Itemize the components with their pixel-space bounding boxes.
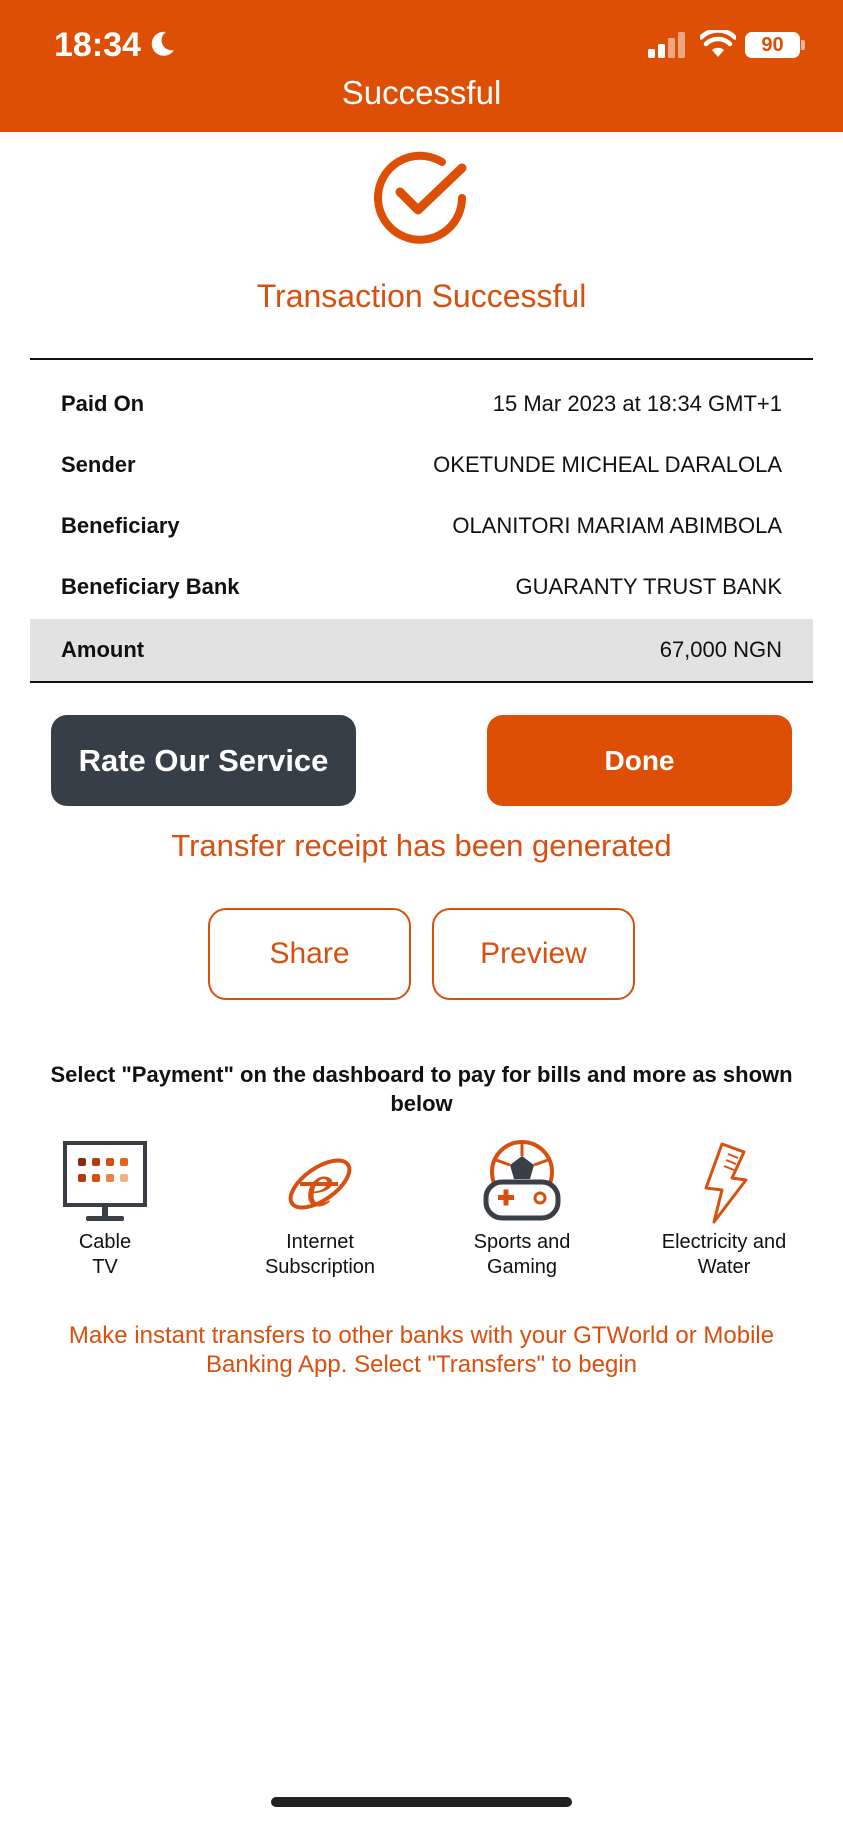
moon-icon	[151, 31, 174, 56]
service-cable-tv: Cable TV	[5, 1132, 205, 1280]
preview-button[interactable]: Preview	[432, 908, 635, 1000]
home-indicator[interactable]	[271, 1797, 572, 1807]
detail-label: Paid On	[61, 390, 145, 416]
promo-title: Select "Payment" on the dashboard to pay…	[50, 1062, 793, 1116]
detail-label: Beneficiary Bank	[61, 573, 240, 599]
detail-row-sender: Sender OKETUNDE MICHEAL DARALOLA	[30, 434, 813, 495]
app-header: 18:34 90 Successful	[0, 0, 843, 132]
detail-label: Amount	[61, 637, 145, 662]
wifi-icon	[700, 30, 736, 57]
service-label: Cable TV	[78, 1231, 132, 1278]
service-sports-gaming: Sports and Gaming	[422, 1132, 622, 1280]
detail-label: Beneficiary	[61, 512, 180, 538]
detail-row-paid-on: Paid On 15 Mar 2023 at 18:34 GMT+1	[30, 373, 813, 434]
transaction-status-title: Transaction Successful	[256, 278, 587, 314]
status-time: 18:34	[54, 26, 141, 64]
battery-level: 90	[761, 34, 784, 56]
done-button[interactable]: Done	[487, 715, 792, 806]
internet-icon: e	[288, 1152, 352, 1220]
detail-row-beneficiary: Beneficiary OLANITORI MARIAM ABIMBOLA	[30, 495, 813, 556]
gamepad-ball-icon	[483, 1140, 561, 1221]
detail-row-amount: Amount 67,000 NGN	[30, 619, 813, 681]
lightning-icon	[704, 1142, 748, 1224]
service-electricity-water: Electricity and Water	[624, 1132, 824, 1280]
battery-icon: 90	[745, 32, 800, 58]
battery-tip	[801, 40, 805, 50]
detail-label: Sender	[61, 451, 136, 477]
detail-value: 15 Mar 2023 at 18:34 GMT+1	[492, 390, 782, 416]
detail-row-beneficiary-bank: Beneficiary Bank GUARANTY TRUST BANK	[30, 556, 813, 617]
service-label: Sports and Gaming	[473, 1231, 571, 1278]
detail-value: OLANITORI MARIAM ABIMBOLA	[452, 512, 782, 538]
rate-our-service-button[interactable]: Rate Our Service	[51, 715, 356, 806]
service-label: Electricity and Water	[661, 1231, 787, 1278]
transaction-details: Paid On 15 Mar 2023 at 18:34 GMT+1 Sende…	[30, 358, 813, 683]
detail-value: OKETUNDE MICHEAL DARALOLA	[433, 451, 782, 477]
share-button[interactable]: Share	[208, 908, 411, 1000]
detail-value: GUARANTY TRUST BANK	[515, 573, 782, 599]
service-internet-subscription: e Internet Subscription	[220, 1132, 420, 1280]
receipt-message: Transfer receipt has been generated	[171, 828, 672, 863]
tv-icon	[63, 1141, 147, 1221]
signal-icon	[648, 32, 685, 58]
detail-value: 67,000 NGN	[659, 637, 782, 662]
page-title: Successful	[341, 74, 502, 111]
transfer-promo-message: Make instant transfers to other banks wi…	[68, 1322, 775, 1378]
service-label: Internet Subscription	[264, 1231, 376, 1278]
check-circle-icon	[374, 151, 467, 244]
